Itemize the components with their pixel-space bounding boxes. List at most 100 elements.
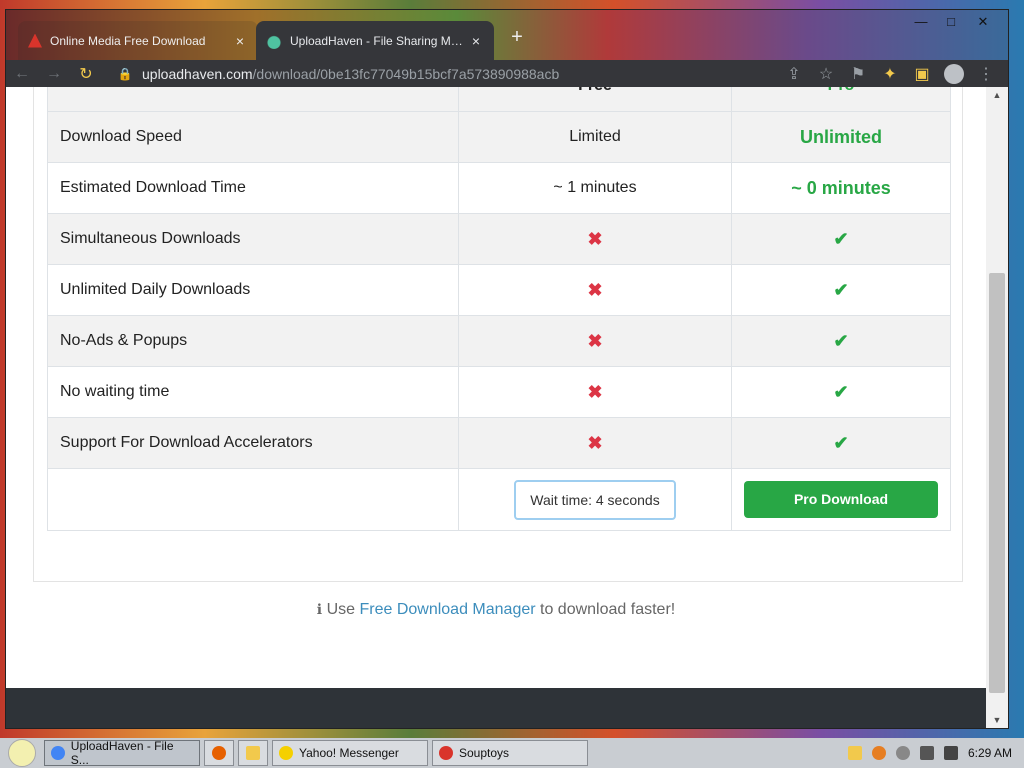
free-value: Limited [458,111,732,163]
tray-network-icon[interactable] [919,746,934,760]
wait-time-box: Wait time: 4 seconds [514,479,676,520]
browser-window: Online Media Free Download × UploadHaven… [6,10,1008,728]
feature-label: No-Ads & Popups [47,315,459,367]
back-button[interactable]: ← [6,60,38,87]
folder-icon [246,746,260,760]
taskbar: UploadHaven - File S... Yahoo! Messenger… [0,738,1024,768]
comparison-card: Free Pro Download Speed Limited Unlimite… [33,87,963,582]
tab-strip: Online Media Free Download × UploadHaven… [6,10,1008,60]
souptoys-icon [439,746,453,760]
folder-launcher[interactable] [238,740,268,766]
minimize-button[interactable]: — [906,12,936,32]
sidebar-icon[interactable]: ▣ [906,60,938,87]
chrome-icon [51,746,65,760]
dm-suffix: to download faster! [540,601,676,618]
table-row: Support For Download Accelerators ✖ ✔ [47,417,951,469]
dm-prefix: Use [326,601,356,618]
address-bar[interactable]: 🔒 uploadhaven.com /download/0be13fc77049… [116,60,766,87]
table-row: Download Speed Limited Unlimited [47,111,951,163]
x-icon: ✖ [587,228,603,249]
tab-title: Online Media Free Download [50,33,206,48]
table-row: Estimated Download Time ~ 1 minutes ~ 0 … [47,162,951,214]
task-souptoys[interactable]: Souptoys [432,740,588,766]
check-icon: ✔ [833,381,849,402]
task-label: UploadHaven - File S... [70,739,174,767]
x-icon: ✖ [587,381,603,402]
scroll-thumb[interactable] [989,273,1005,693]
page-footer [6,688,986,728]
puzzle-icon[interactable]: ✦ [874,60,906,87]
table-row: Unlimited Daily Downloads ✖ ✔ [47,264,951,316]
table-row: Simultaneous Downloads ✖ ✔ [47,213,951,265]
start-button[interactable] [0,738,44,768]
download-manager-note: ℹ Use Free Download Manager to download … [6,601,986,619]
restore-button[interactable]: □ [936,12,966,32]
x-icon: ✖ [587,432,603,453]
scroll-down-icon[interactable]: ▼ [986,712,1008,728]
close-window-button[interactable]: ✕ [968,12,998,32]
tray-minus-icon[interactable] [895,746,910,760]
browser-toolbar: ← → ↻ 🔒 uploadhaven.com /download/0be13f… [6,60,1008,87]
scroll-up-icon[interactable]: ▲ [986,87,1008,103]
table-row: No waiting time ✖ ✔ [47,366,951,418]
comparison-table: Free Pro Download Speed Limited Unlimite… [47,87,951,531]
check-icon: ✔ [833,279,849,300]
firefox-icon [212,746,226,760]
start-smiley-icon [8,739,36,767]
check-icon: ✔ [833,330,849,351]
action-row: Wait time: 4 seconds Pro Download [47,468,951,531]
task-uploadhaven[interactable]: UploadHaven - File S... [44,739,200,767]
table-row: No-Ads & Popups ✖ ✔ [47,315,951,367]
system-tray: 6:29 AM [836,738,1024,768]
share-icon[interactable]: ⇪ [778,60,810,87]
page-content: Free Pro Download Speed Limited Unlimite… [6,87,986,728]
menu-icon[interactable]: ⋮ [970,60,1002,87]
check-icon: ✔ [833,228,849,249]
lock-icon: 🔒 [117,66,133,81]
toolbar-right-icons: ⇪ ☆ ⚑ ✦ ▣ ⋮ [778,60,1002,87]
check-icon: ✔ [833,432,849,453]
tab-uploadhaven[interactable]: UploadHaven - File Sharing Made Simple × [256,21,494,60]
task-label: Souptoys [459,746,510,760]
free-value: ~ 1 minutes [458,162,732,214]
new-tab-button[interactable]: + [506,26,528,48]
task-yahoo-messenger[interactable]: Yahoo! Messenger [272,740,428,766]
header-free: Free [458,87,732,112]
tab-online-media[interactable]: Online Media Free Download × [18,21,258,60]
pro-value: ~ 0 minutes [791,177,891,198]
yahoo-smiley-icon [279,746,293,760]
header-pro: Pro [731,87,951,112]
pro-value: Unlimited [799,126,882,147]
task-label: Yahoo! Messenger [299,746,399,760]
extension-flag-icon[interactable]: ⚑ [842,60,874,87]
url-host: uploadhaven.com [142,65,253,82]
x-icon: ✖ [587,330,603,351]
red-arrow-icon [28,33,42,48]
feature-label: Simultaneous Downloads [47,213,459,265]
star-icon[interactable]: ☆ [810,60,842,87]
tab-title: UploadHaven - File Sharing Made Simple [290,33,468,48]
url-path: /download/0be13fc77049b15bcf7a573890988a… [252,65,560,82]
action-row-blank [47,468,459,531]
tray-volume-icon[interactable] [943,746,958,760]
pro-download-button[interactable]: Pro Download [744,481,938,518]
feature-label: No waiting time [47,366,459,418]
free-download-manager-link[interactable]: Free Download Manager [359,601,535,618]
firefox-launcher[interactable] [204,740,234,766]
cloud-icon [266,32,282,49]
tray-pen-icon[interactable] [847,746,862,760]
page-scrollbar[interactable]: ▲ ▼ [986,87,1008,728]
feature-label: Unlimited Daily Downloads [47,264,459,316]
tray-search-icon[interactable] [871,746,886,760]
feature-label: Estimated Download Time [47,162,459,214]
feature-label: Download Speed [47,111,459,163]
profile-avatar-icon[interactable] [944,63,964,84]
table-header-row: Free Pro [47,87,951,112]
tab-close-icon[interactable]: × [468,33,484,49]
tab-close-icon[interactable]: × [232,33,248,49]
clock: 6:29 AM [967,746,1012,760]
table-header-blank [47,87,459,112]
info-icon: ℹ [316,601,323,617]
reload-button[interactable]: ↻ [70,60,102,87]
forward-button[interactable]: → [38,60,70,87]
